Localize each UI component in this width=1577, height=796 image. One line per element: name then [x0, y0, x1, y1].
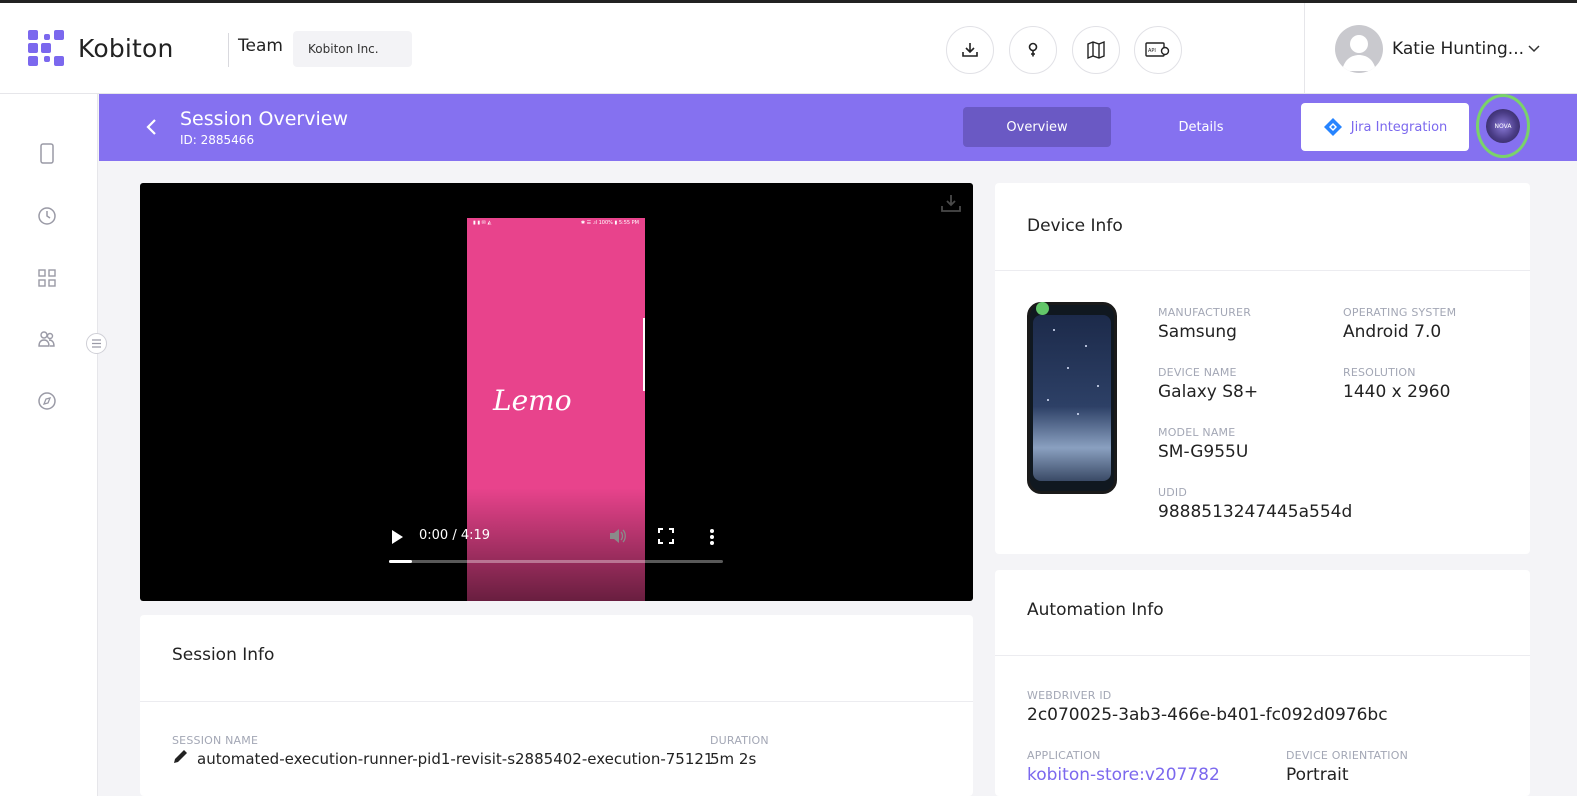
udid-value: 9888513247445a554d: [1158, 502, 1353, 522]
download-icon[interactable]: [946, 26, 994, 74]
resolution-value: 1440 x 2960: [1343, 382, 1451, 402]
jira-integration-button[interactable]: Jira Integration: [1301, 103, 1469, 151]
compass-icon[interactable]: [36, 390, 58, 412]
help-icon[interactable]: [1009, 26, 1057, 74]
team-icon[interactable]: [36, 328, 58, 350]
model-name-value: SM-G955U: [1158, 442, 1249, 462]
edit-pencil-icon[interactable]: [172, 748, 189, 769]
card-divider: [140, 701, 973, 702]
user-name: Katie Hunting...: [1392, 39, 1525, 59]
map-icon[interactable]: [1072, 26, 1120, 74]
card-divider: [995, 270, 1530, 271]
tab-details[interactable]: Details: [1127, 107, 1275, 147]
more-options-icon[interactable]: [709, 528, 715, 550]
jira-label: Jira Integration: [1350, 119, 1448, 135]
fullscreen-icon[interactable]: [658, 528, 674, 548]
header-divider: [228, 33, 229, 67]
kobiton-logo-icon: [28, 30, 64, 66]
manufacturer-value: Samsung: [1158, 322, 1237, 342]
orientation-value: Portrait: [1286, 765, 1349, 785]
video-download-icon[interactable]: [940, 193, 962, 217]
history-icon[interactable]: [36, 205, 58, 227]
video-progress-bar[interactable]: [389, 560, 723, 563]
os-value: Android 7.0: [1343, 322, 1442, 342]
avatar: [1335, 25, 1383, 73]
device-info-card: Device Info MANUFACTURER Samsung OPERATI…: [995, 183, 1530, 554]
session-id: ID: 2885466: [180, 133, 255, 147]
model-name-label: MODEL NAME: [1158, 426, 1236, 439]
duration-value: 5m 2s: [710, 750, 757, 768]
sidebar: [0, 94, 98, 796]
video-time: 0:00 / 4:19: [419, 528, 491, 543]
tab-overview[interactable]: Overview: [963, 107, 1111, 147]
chevron-down-icon[interactable]: [1527, 41, 1541, 60]
video-controls: 0:00 / 4:19: [387, 523, 727, 573]
device-name-value: Galaxy S8+: [1158, 382, 1259, 402]
session-video-player[interactable]: ▮ ▮ ✉ ◭ ✱ ☰ .ıl 100% ▮ 5:55 PM Lemo 0:00…: [140, 183, 973, 601]
os-label: OPERATING SYSTEM: [1343, 306, 1457, 319]
resolution-label: RESOLUTION: [1343, 366, 1416, 379]
top-header: Kobiton Team Kobiton Inc. API Katie Hunt…: [0, 0, 1577, 96]
team-label: Team: [238, 36, 283, 56]
card-divider: [995, 655, 1530, 656]
device-name-label: DEVICE NAME: [1158, 366, 1237, 379]
session-info-card: Session Info SESSION NAME automated-exec…: [140, 615, 973, 796]
page-title: Session Overview: [180, 108, 348, 130]
volume-icon[interactable]: [609, 528, 627, 548]
app-splash-logo: Lemo: [493, 384, 572, 417]
application-label: APPLICATION: [1027, 749, 1101, 762]
phone-status-bar: ▮ ▮ ✉ ◭ ✱ ☰ .ıl 100% ▮ 5:55 PM: [473, 220, 639, 226]
menu-toggle-icon[interactable]: [86, 333, 107, 354]
device-info-title: Device Info: [1027, 216, 1123, 236]
udid-label: UDID: [1158, 486, 1188, 499]
user-menu[interactable]: Katie Hunting...: [1304, 3, 1577, 96]
duration-label: DURATION: [710, 734, 769, 747]
webdriver-id-label: WEBDRIVER ID: [1027, 689, 1112, 702]
automation-info-title: Automation Info: [1027, 600, 1164, 620]
device-icon[interactable]: [36, 143, 58, 165]
apps-grid-icon[interactable]: [36, 267, 58, 289]
orientation-label: DEVICE ORIENTATION: [1286, 749, 1409, 762]
session-header-bar: Session Overview ID: 2885466 Overview De…: [99, 94, 1577, 161]
nova-button[interactable]: NOVA: [1476, 94, 1530, 158]
video-progress-fill: [389, 560, 413, 563]
nova-icon: NOVA: [1486, 109, 1520, 143]
jira-icon: [1323, 118, 1342, 136]
play-icon[interactable]: [390, 529, 404, 549]
webdriver-id-value: 2c070025-3ab3-466e-b401-fc092d0976bc: [1027, 705, 1388, 725]
automation-info-card: Automation Info WEBDRIVER ID 2c070025-3a…: [995, 570, 1530, 796]
kobiton-logo[interactable]: Kobiton: [28, 30, 174, 66]
frame-scroll-indicator: [643, 318, 645, 391]
session-name-value: automated-execution-runner-pid1-revisit-…: [197, 750, 714, 768]
session-name-label: SESSION NAME: [172, 734, 259, 747]
api-settings-icon[interactable]: API: [1134, 26, 1182, 74]
session-info-title: Session Info: [172, 645, 275, 665]
svg-text:API: API: [1148, 48, 1156, 54]
device-online-indicator: [1036, 302, 1049, 315]
logo-text: Kobiton: [78, 33, 174, 63]
back-arrow-icon[interactable]: [141, 116, 163, 138]
application-link[interactable]: kobiton-store:v207782: [1027, 765, 1220, 785]
manufacturer-label: MANUFACTURER: [1158, 306, 1252, 319]
device-image: [1027, 302, 1117, 494]
team-selector[interactable]: Kobiton Inc.: [293, 31, 412, 67]
